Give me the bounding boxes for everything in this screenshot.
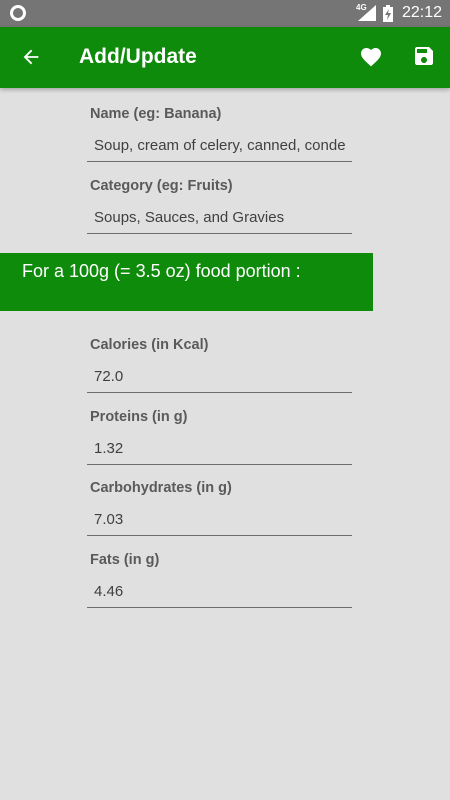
fats-label: Fats (in g) — [90, 552, 160, 568]
category-input[interactable] — [87, 208, 352, 234]
calories-label: Calories (in Kcal) — [90, 337, 209, 353]
calories-input[interactable] — [87, 367, 352, 393]
category-label: Category (eg: Fruits) — [90, 178, 233, 194]
notification-circle-icon — [10, 5, 26, 21]
carbohydrates-field-group: Carbohydrates (in g) — [87, 480, 352, 536]
proteins-input[interactable] — [87, 439, 352, 465]
fats-input[interactable] — [87, 582, 352, 608]
clock: 22:12 — [402, 4, 443, 21]
proteins-field-group: Proteins (in g) — [87, 409, 352, 465]
fats-field-group: Fats (in g) — [87, 552, 352, 608]
category-field-group: Category (eg: Fruits) — [87, 178, 352, 234]
name-input[interactable] — [87, 136, 352, 162]
proteins-label: Proteins (in g) — [90, 409, 188, 425]
signal-icon — [358, 5, 376, 21]
app-bar: Add/Update — [0, 27, 450, 88]
arrow-back-icon[interactable] — [20, 46, 42, 68]
name-label: Name (eg: Banana) — [90, 106, 222, 122]
calories-field-group: Calories (in Kcal) — [87, 337, 352, 393]
status-bar: 4G 22:12 — [0, 0, 450, 27]
battery-charging-icon — [383, 5, 393, 22]
heart-icon[interactable] — [359, 45, 383, 69]
carbohydrates-input[interactable] — [87, 510, 352, 536]
name-field-group: Name (eg: Banana) — [87, 106, 352, 162]
floppy-disk-icon[interactable] — [412, 44, 436, 68]
carbohydrates-label: Carbohydrates (in g) — [90, 480, 232, 496]
portion-banner: For a 100g (= 3.5 oz) food portion : — [0, 253, 373, 311]
page-title: Add/Update — [79, 45, 197, 68]
